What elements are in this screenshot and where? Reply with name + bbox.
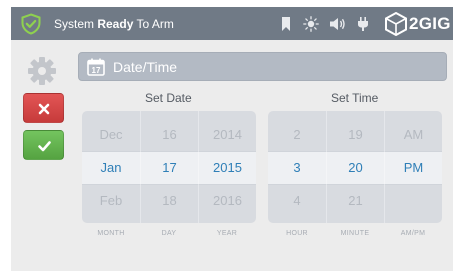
hour-current[interactable]: 3 (268, 160, 326, 180)
month-wheel[interactable]: Dec Jan Feb (82, 111, 140, 223)
system-status: System Ready To Arm (54, 17, 174, 31)
year-wheel[interactable]: 2014 2015 2016 (198, 111, 256, 223)
shield-check-icon (21, 13, 41, 35)
gear-icon (28, 57, 56, 85)
page-title: Date/Time (113, 59, 178, 75)
calendar-icon: 17 (87, 58, 105, 76)
day-prev[interactable]: 16 (141, 127, 198, 147)
ampm-current[interactable]: PM (385, 160, 442, 180)
confirm-button[interactable] (23, 130, 64, 160)
volume-icon[interactable] (329, 16, 346, 32)
year-next[interactable]: 2016 (199, 193, 256, 213)
page-header: 17 Date/Time (78, 52, 447, 81)
hour-next[interactable]: 4 (268, 193, 326, 213)
minute-next[interactable]: 21 (327, 193, 384, 213)
brightness-icon[interactable] (303, 16, 319, 32)
day-current[interactable]: 17 (141, 160, 198, 180)
month-prev[interactable]: Dec (82, 127, 140, 147)
set-date-label: Set Date (145, 91, 192, 105)
date-picker: Dec Jan Feb 16 17 18 2014 2015 2016 (82, 111, 256, 223)
checkmark-icon (38, 141, 51, 152)
ampm-column-label: AM/PM (400, 230, 426, 237)
year-prev[interactable]: 2014 (199, 127, 256, 147)
hour-wheel[interactable]: 2 3 4 (268, 111, 326, 223)
month-current[interactable]: Jan (82, 160, 140, 180)
calendar-day-text: 17 (92, 66, 101, 75)
status-ready: Ready (97, 17, 134, 31)
ampm-prev[interactable]: AM (385, 127, 442, 147)
status-prefix: System (54, 17, 98, 31)
cube-logo-icon (385, 12, 407, 36)
set-time-label: Set Time (331, 91, 379, 105)
status-suffix: To Arm (133, 17, 174, 31)
hour-prev[interactable]: 2 (268, 127, 326, 147)
minute-wheel[interactable]: 19 20 21 (326, 111, 384, 223)
day-next[interactable]: 18 (141, 193, 198, 213)
screen: System Ready To Arm 2GIG 17 Date/Time Se… (11, 7, 453, 271)
day-wheel[interactable]: 16 17 18 (140, 111, 198, 223)
status-bar: System Ready To Arm 2GIG (11, 7, 453, 40)
day-column-label: DAY (161, 230, 177, 237)
minute-column-label: MINUTE (340, 230, 370, 237)
month-next[interactable]: Feb (82, 193, 140, 213)
brand-logo: 2GIG (385, 12, 453, 36)
plug-icon[interactable] (357, 16, 369, 32)
minute-prev[interactable]: 19 (327, 127, 384, 147)
ampm-wheel[interactable]: AM PM (384, 111, 442, 223)
bookmark-icon[interactable] (281, 16, 291, 32)
cancel-button[interactable] (23, 93, 64, 123)
hour-column-label: HOUR (286, 230, 308, 237)
year-column-label: YEAR (216, 230, 238, 237)
month-column-label: MONTH (97, 230, 125, 237)
year-current[interactable]: 2015 (199, 160, 256, 180)
close-icon (38, 103, 50, 115)
minute-current[interactable]: 20 (327, 160, 384, 180)
brand-name: 2GIG (409, 14, 451, 33)
time-picker: 2 3 4 19 20 21 AM PM (268, 111, 442, 223)
ampm-next[interactable] (385, 193, 442, 213)
